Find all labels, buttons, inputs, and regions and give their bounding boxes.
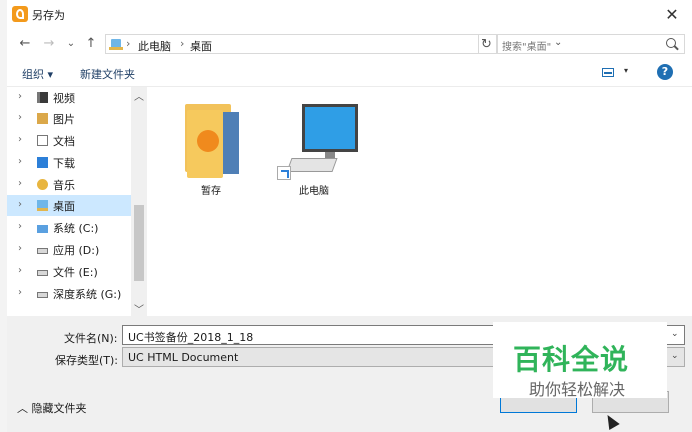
music-icon bbox=[37, 179, 48, 190]
watermark-title: 百科全说 bbox=[513, 343, 630, 376]
chevron-down-icon[interactable]: ⌄ bbox=[671, 329, 679, 339]
sidebar-item-label: 应用 (D:) bbox=[53, 244, 100, 257]
search-input[interactable]: 搜索"桌面" bbox=[497, 34, 685, 54]
sidebar-item-videos[interactable]: › 视频 bbox=[7, 87, 131, 108]
search-placeholder: 搜索"桌面" bbox=[502, 42, 552, 53]
filename-value: UC书签备份_2018_1_18 bbox=[128, 331, 254, 344]
breadcrumb-separator-icon: › bbox=[180, 37, 185, 50]
sidebar-item-drive-e[interactable]: › 文件 (E:) bbox=[7, 261, 131, 282]
back-arrow-icon[interactable]: ← bbox=[15, 34, 35, 54]
pictures-icon bbox=[37, 113, 48, 124]
search-icon[interactable] bbox=[666, 38, 676, 48]
breadcrumb-this-pc[interactable]: 此电脑 bbox=[138, 38, 171, 54]
expand-chevron-icon[interactable]: › bbox=[18, 287, 22, 298]
hide-folders-toggle[interactable]: ︿ 隐藏文件夹 bbox=[17, 400, 87, 416]
filetype-value: UC HTML Document bbox=[128, 351, 239, 364]
keyboard-graphic bbox=[286, 158, 338, 172]
sidebar-item-music[interactable]: › 音乐 bbox=[7, 174, 131, 195]
sidebar-item-label: 图片 bbox=[53, 113, 75, 126]
desktop-icon bbox=[37, 200, 48, 211]
sidebar-item-drive-g[interactable]: › 深度系统 (G:) bbox=[7, 283, 131, 304]
sidebar-item-documents[interactable]: › 文档 bbox=[7, 130, 131, 151]
sidebar-item-label: 深度系统 (G:) bbox=[53, 288, 122, 301]
expand-chevron-icon[interactable]: › bbox=[18, 243, 22, 254]
scroll-up-icon[interactable]: ︿ bbox=[134, 88, 144, 103]
window-title: 另存为 bbox=[32, 9, 65, 22]
sidebar-item-label: 文档 bbox=[53, 135, 75, 148]
drive-icon bbox=[37, 270, 48, 276]
system-drive-icon bbox=[37, 225, 48, 233]
sidebar-item-downloads[interactable]: › 下载 bbox=[7, 152, 131, 173]
uc-logo-icon bbox=[197, 130, 219, 152]
command-toolbar: 组织 ▾ 新建文件夹 ▾ ? bbox=[7, 60, 692, 87]
expand-chevron-icon[interactable]: › bbox=[18, 265, 22, 276]
sidebar-item-label: 文件 (E:) bbox=[53, 266, 98, 279]
organize-menu-button[interactable]: 组织 ▾ bbox=[22, 66, 53, 82]
baike-watermark: 百科全说 助你轻松解决 bbox=[493, 322, 667, 399]
video-icon bbox=[37, 92, 48, 103]
chevron-down-icon[interactable]: ⌄ bbox=[671, 351, 679, 361]
file-item-label[interactable]: 暂存 bbox=[171, 182, 251, 197]
expand-chevron-icon[interactable]: › bbox=[18, 199, 22, 210]
filetype-label: 保存类型(T): bbox=[55, 354, 119, 367]
new-folder-button[interactable]: 新建文件夹 bbox=[80, 66, 135, 82]
expand-chevron-icon[interactable]: › bbox=[18, 156, 22, 167]
refresh-icon[interactable]: ↻ bbox=[477, 34, 497, 54]
expand-chevron-icon[interactable]: › bbox=[18, 221, 22, 232]
navigation-pane: › 视频 › 图片 › 文档 › 下载 › 音乐 › 桌面 › 系统 (C:) … bbox=[7, 87, 147, 316]
sidebar-item-label: 视频 bbox=[53, 92, 75, 105]
address-bar[interactable]: › 此电脑 › 桌面 ⌄ bbox=[105, 34, 562, 54]
downloads-icon bbox=[37, 157, 48, 168]
uc-browser-icon bbox=[12, 6, 28, 22]
file-item-label[interactable]: 此电脑 bbox=[274, 182, 354, 197]
navigation-scrollbar[interactable]: ︿ ﹀ bbox=[131, 87, 147, 316]
documents-icon bbox=[37, 135, 48, 146]
expand-chevron-icon[interactable]: › bbox=[18, 112, 22, 123]
title-bar: 另存为 ✕ bbox=[7, 0, 692, 30]
sidebar-item-desktop[interactable]: › 桌面 bbox=[7, 195, 131, 216]
breadcrumb-separator-icon: › bbox=[126, 37, 131, 50]
filename-label: 文件名(N): bbox=[64, 332, 118, 345]
watermark-subtitle: 助你轻松解决 bbox=[529, 380, 626, 399]
sidebar-item-label: 下载 bbox=[53, 157, 75, 170]
change-view-icon[interactable] bbox=[602, 68, 614, 77]
shortcut-arrow-icon bbox=[277, 166, 291, 180]
close-button[interactable]: ✕ bbox=[657, 2, 687, 28]
sidebar-item-drive-d[interactable]: › 应用 (D:) bbox=[7, 239, 131, 260]
expand-chevron-icon[interactable]: › bbox=[18, 91, 22, 102]
breadcrumb-desktop[interactable]: 桌面 bbox=[190, 38, 212, 54]
drive-icon bbox=[37, 248, 48, 254]
scroll-down-icon[interactable]: ﹀ bbox=[134, 301, 144, 316]
sidebar-item-drive-c[interactable]: › 系统 (C:) bbox=[7, 217, 131, 238]
save-as-dialog: 另存为 ✕ ← → ⌄ ↑ › 此电脑 › 桌面 ⌄ ↻ 搜索"桌面" 组织 ▾… bbox=[7, 0, 692, 432]
up-arrow-icon[interactable]: ↑ bbox=[81, 34, 101, 54]
sidebar-item-pictures[interactable]: › 图片 bbox=[7, 108, 131, 129]
view-options-dropdown-icon[interactable]: ▾ bbox=[624, 66, 628, 75]
expand-chevron-icon[interactable]: › bbox=[18, 178, 22, 189]
desktop-location-icon bbox=[109, 39, 123, 50]
hide-folders-label: 隐藏文件夹 bbox=[31, 402, 87, 415]
expand-chevron-icon[interactable]: › bbox=[18, 134, 22, 145]
sidebar-item-label: 系统 (C:) bbox=[53, 222, 99, 235]
scrollbar-thumb[interactable] bbox=[134, 205, 144, 281]
recent-locations-chevron-icon[interactable]: ⌄ bbox=[61, 34, 81, 54]
sidebar-item-label: 音乐 bbox=[53, 179, 75, 192]
drive-icon bbox=[37, 292, 48, 298]
help-icon[interactable]: ? bbox=[657, 64, 673, 80]
computer-icon[interactable] bbox=[302, 104, 358, 152]
chevron-up-icon: ︿ bbox=[17, 402, 28, 415]
forward-arrow-icon[interactable]: → bbox=[39, 34, 59, 54]
sidebar-item-label: 桌面 bbox=[53, 200, 75, 213]
